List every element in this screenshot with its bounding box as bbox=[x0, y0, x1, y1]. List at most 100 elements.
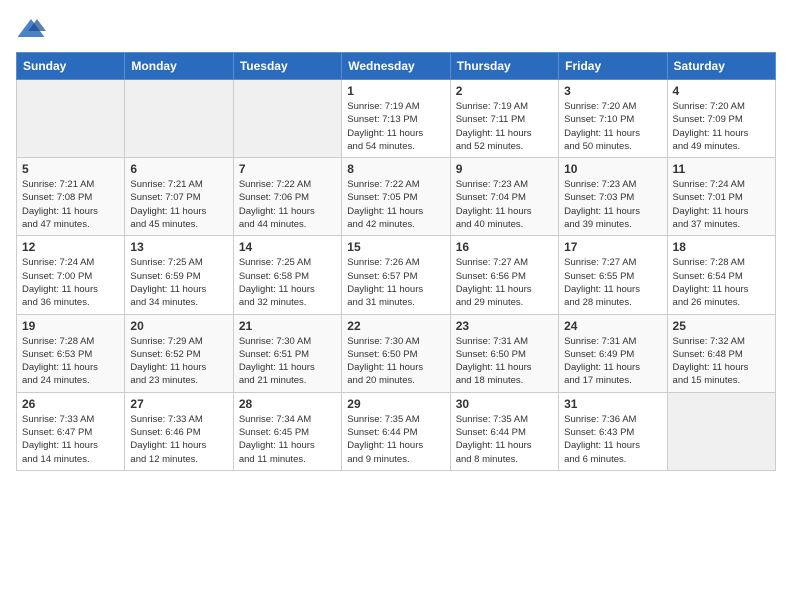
day-number: 29 bbox=[347, 397, 444, 411]
day-info: Sunrise: 7:36 AM Sunset: 6:43 PM Dayligh… bbox=[564, 413, 661, 466]
calendar-cell: 1 Sunrise: 7:19 AM Sunset: 7:13 PM Daylig… bbox=[342, 80, 450, 158]
logo-icon bbox=[16, 16, 46, 40]
calendar-cell: 22 Sunrise: 7:30 AM Sunset: 6:50 PM Dayli… bbox=[342, 314, 450, 392]
day-info: Sunrise: 7:25 AM Sunset: 6:59 PM Dayligh… bbox=[130, 256, 227, 309]
day-info: Sunrise: 7:28 AM Sunset: 6:53 PM Dayligh… bbox=[22, 335, 119, 388]
day-number: 7 bbox=[239, 162, 336, 176]
calendar-week-row: 26 Sunrise: 7:33 AM Sunset: 6:47 PM Dayli… bbox=[17, 392, 776, 470]
day-number: 11 bbox=[673, 162, 770, 176]
calendar-cell: 2 Sunrise: 7:19 AM Sunset: 7:11 PM Daylig… bbox=[450, 80, 558, 158]
day-number: 14 bbox=[239, 240, 336, 254]
calendar-cell: 31 Sunrise: 7:36 AM Sunset: 6:43 PM Dayli… bbox=[559, 392, 667, 470]
day-info: Sunrise: 7:27 AM Sunset: 6:55 PM Dayligh… bbox=[564, 256, 661, 309]
day-info: Sunrise: 7:35 AM Sunset: 6:44 PM Dayligh… bbox=[347, 413, 444, 466]
calendar-cell: 9 Sunrise: 7:23 AM Sunset: 7:04 PM Daylig… bbox=[450, 158, 558, 236]
day-number: 31 bbox=[564, 397, 661, 411]
day-number: 1 bbox=[347, 84, 444, 98]
calendar-cell: 10Sunrise: 7:23 AM Sunset: 7:03 PM Dayli… bbox=[559, 158, 667, 236]
day-info: Sunrise: 7:31 AM Sunset: 6:49 PM Dayligh… bbox=[564, 335, 661, 388]
day-info: Sunrise: 7:33 AM Sunset: 6:46 PM Dayligh… bbox=[130, 413, 227, 466]
calendar-cell: 14 Sunrise: 7:25 AM Sunset: 6:58 PM Dayli… bbox=[233, 236, 341, 314]
day-info: Sunrise: 7:21 AM Sunset: 7:07 PM Dayligh… bbox=[130, 178, 227, 231]
day-number: 17 bbox=[564, 240, 661, 254]
day-info: Sunrise: 7:30 AM Sunset: 6:51 PM Dayligh… bbox=[239, 335, 336, 388]
calendar-cell bbox=[233, 80, 341, 158]
calendar-week-row: 19 Sunrise: 7:28 AM Sunset: 6:53 PM Dayli… bbox=[17, 314, 776, 392]
day-number: 5 bbox=[22, 162, 119, 176]
calendar-cell: 15 Sunrise: 7:26 AM Sunset: 6:57 PM Dayli… bbox=[342, 236, 450, 314]
day-number: 12 bbox=[22, 240, 119, 254]
logo bbox=[16, 16, 50, 40]
calendar-cell: 23 Sunrise: 7:31 AM Sunset: 6:50 PM Dayli… bbox=[450, 314, 558, 392]
calendar-week-row: 1 Sunrise: 7:19 AM Sunset: 7:13 PM Daylig… bbox=[17, 80, 776, 158]
day-number: 13 bbox=[130, 240, 227, 254]
weekday-header-monday: Monday bbox=[125, 53, 233, 80]
calendar-cell: 19 Sunrise: 7:28 AM Sunset: 6:53 PM Dayli… bbox=[17, 314, 125, 392]
day-info: Sunrise: 7:24 AM Sunset: 7:00 PM Dayligh… bbox=[22, 256, 119, 309]
day-number: 8 bbox=[347, 162, 444, 176]
day-info: Sunrise: 7:28 AM Sunset: 6:54 PM Dayligh… bbox=[673, 256, 770, 309]
weekday-header-saturday: Saturday bbox=[667, 53, 775, 80]
weekday-header-friday: Friday bbox=[559, 53, 667, 80]
calendar-cell: 11 Sunrise: 7:24 AM Sunset: 7:01 PM Dayli… bbox=[667, 158, 775, 236]
calendar-table: SundayMondayTuesdayWednesdayThursdayFrid… bbox=[16, 52, 776, 471]
calendar-week-row: 12 Sunrise: 7:24 AM Sunset: 7:00 PM Dayli… bbox=[17, 236, 776, 314]
day-number: 3 bbox=[564, 84, 661, 98]
calendar-cell: 16 Sunrise: 7:27 AM Sunset: 6:56 PM Dayli… bbox=[450, 236, 558, 314]
calendar-cell: 5Sunrise: 7:21 AM Sunset: 7:08 PM Daylig… bbox=[17, 158, 125, 236]
day-info: Sunrise: 7:22 AM Sunset: 7:06 PM Dayligh… bbox=[239, 178, 336, 231]
day-info: Sunrise: 7:32 AM Sunset: 6:48 PM Dayligh… bbox=[673, 335, 770, 388]
calendar-cell bbox=[667, 392, 775, 470]
calendar-cell: 8 Sunrise: 7:22 AM Sunset: 7:05 PM Daylig… bbox=[342, 158, 450, 236]
day-info: Sunrise: 7:19 AM Sunset: 7:11 PM Dayligh… bbox=[456, 100, 553, 153]
calendar-cell: 13 Sunrise: 7:25 AM Sunset: 6:59 PM Dayli… bbox=[125, 236, 233, 314]
day-info: Sunrise: 7:20 AM Sunset: 7:10 PM Dayligh… bbox=[564, 100, 661, 153]
day-info: Sunrise: 7:30 AM Sunset: 6:50 PM Dayligh… bbox=[347, 335, 444, 388]
day-info: Sunrise: 7:23 AM Sunset: 7:03 PM Dayligh… bbox=[564, 178, 661, 231]
calendar-cell: 18Sunrise: 7:28 AM Sunset: 6:54 PM Dayli… bbox=[667, 236, 775, 314]
calendar-cell: 4Sunrise: 7:20 AM Sunset: 7:09 PM Daylig… bbox=[667, 80, 775, 158]
day-info: Sunrise: 7:20 AM Sunset: 7:09 PM Dayligh… bbox=[673, 100, 770, 153]
calendar-cell: 27Sunrise: 7:33 AM Sunset: 6:46 PM Dayli… bbox=[125, 392, 233, 470]
calendar-cell: 24Sunrise: 7:31 AM Sunset: 6:49 PM Dayli… bbox=[559, 314, 667, 392]
day-number: 19 bbox=[22, 319, 119, 333]
day-number: 20 bbox=[130, 319, 227, 333]
day-info: Sunrise: 7:33 AM Sunset: 6:47 PM Dayligh… bbox=[22, 413, 119, 466]
weekday-header-tuesday: Tuesday bbox=[233, 53, 341, 80]
day-info: Sunrise: 7:35 AM Sunset: 6:44 PM Dayligh… bbox=[456, 413, 553, 466]
day-number: 15 bbox=[347, 240, 444, 254]
day-info: Sunrise: 7:22 AM Sunset: 7:05 PM Dayligh… bbox=[347, 178, 444, 231]
day-info: Sunrise: 7:19 AM Sunset: 7:13 PM Dayligh… bbox=[347, 100, 444, 153]
calendar-cell: 28Sunrise: 7:34 AM Sunset: 6:45 PM Dayli… bbox=[233, 392, 341, 470]
page-header bbox=[16, 16, 776, 40]
day-info: Sunrise: 7:27 AM Sunset: 6:56 PM Dayligh… bbox=[456, 256, 553, 309]
day-info: Sunrise: 7:25 AM Sunset: 6:58 PM Dayligh… bbox=[239, 256, 336, 309]
calendar-cell: 3 Sunrise: 7:20 AM Sunset: 7:10 PM Daylig… bbox=[559, 80, 667, 158]
day-info: Sunrise: 7:24 AM Sunset: 7:01 PM Dayligh… bbox=[673, 178, 770, 231]
day-info: Sunrise: 7:34 AM Sunset: 6:45 PM Dayligh… bbox=[239, 413, 336, 466]
day-number: 9 bbox=[456, 162, 553, 176]
day-number: 16 bbox=[456, 240, 553, 254]
day-number: 2 bbox=[456, 84, 553, 98]
calendar-cell: 20 Sunrise: 7:29 AM Sunset: 6:52 PM Dayli… bbox=[125, 314, 233, 392]
day-number: 23 bbox=[456, 319, 553, 333]
day-number: 22 bbox=[347, 319, 444, 333]
day-number: 6 bbox=[130, 162, 227, 176]
calendar-cell: 30 Sunrise: 7:35 AM Sunset: 6:44 PM Dayli… bbox=[450, 392, 558, 470]
calendar-week-row: 5Sunrise: 7:21 AM Sunset: 7:08 PM Daylig… bbox=[17, 158, 776, 236]
day-info: Sunrise: 7:26 AM Sunset: 6:57 PM Dayligh… bbox=[347, 256, 444, 309]
day-number: 25 bbox=[673, 319, 770, 333]
day-number: 26 bbox=[22, 397, 119, 411]
day-number: 30 bbox=[456, 397, 553, 411]
calendar-cell: 17 Sunrise: 7:27 AM Sunset: 6:55 PM Dayli… bbox=[559, 236, 667, 314]
day-number: 21 bbox=[239, 319, 336, 333]
calendar-cell: 26 Sunrise: 7:33 AM Sunset: 6:47 PM Dayli… bbox=[17, 392, 125, 470]
calendar-cell: 29 Sunrise: 7:35 AM Sunset: 6:44 PM Dayli… bbox=[342, 392, 450, 470]
weekday-header-row: SundayMondayTuesdayWednesdayThursdayFrid… bbox=[17, 53, 776, 80]
day-info: Sunrise: 7:29 AM Sunset: 6:52 PM Dayligh… bbox=[130, 335, 227, 388]
calendar-cell: 25 Sunrise: 7:32 AM Sunset: 6:48 PM Dayli… bbox=[667, 314, 775, 392]
day-info: Sunrise: 7:31 AM Sunset: 6:50 PM Dayligh… bbox=[456, 335, 553, 388]
weekday-header-wednesday: Wednesday bbox=[342, 53, 450, 80]
calendar-cell bbox=[125, 80, 233, 158]
day-info: Sunrise: 7:23 AM Sunset: 7:04 PM Dayligh… bbox=[456, 178, 553, 231]
